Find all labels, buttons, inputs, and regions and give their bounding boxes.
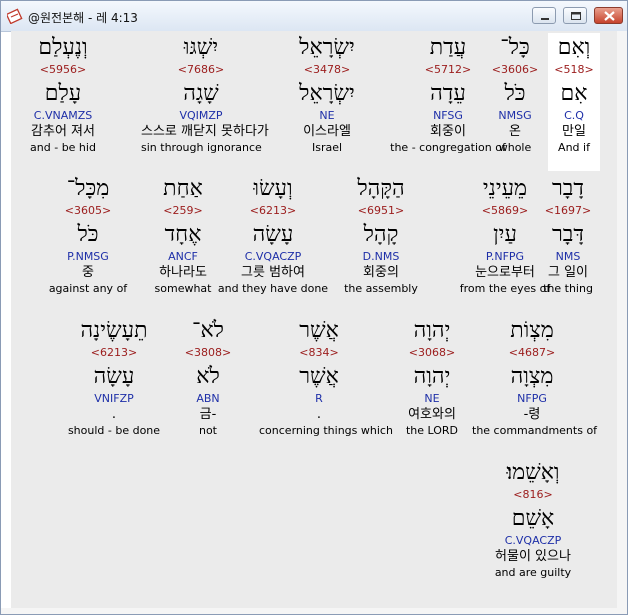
lemma-word: יִשְׂרָאֵל [299, 81, 355, 106]
right-border [617, 31, 627, 614]
parsing-code: NFSG [433, 109, 463, 122]
strong-number[interactable]: <7686> [141, 63, 261, 77]
hebrew-word: יִשְׁגּוּ [183, 35, 219, 60]
strong-number[interactable]: <5869> [445, 204, 565, 218]
hebrew-word: יִשְׂרָאֵל [299, 35, 355, 60]
maximize-button[interactable] [563, 7, 587, 24]
english-gloss: the - congregation of [390, 141, 506, 154]
parsing-code: C.VQACZP [504, 534, 562, 547]
lemma-word: עָלַם [44, 81, 82, 106]
strong-number[interactable]: <834> [259, 346, 379, 360]
english-gloss: concerning things which [259, 424, 393, 437]
hebrew-word: מִכָּל־ [66, 176, 110, 201]
strong-number[interactable]: <5956> [3, 63, 123, 77]
parsing-code: P.NMSG [67, 250, 109, 263]
lemma-word: עָשָׂה [93, 364, 135, 389]
english-gloss: from the eyes of [459, 282, 551, 295]
lemma-word: עַיִן [493, 222, 517, 247]
korean-gloss: 눈으로부터 [475, 265, 535, 280]
korean-gloss: 회중의 [363, 265, 399, 280]
lemma-word: אָשֵׁם [511, 506, 555, 531]
korean-gloss: 회중이 [430, 124, 466, 139]
word-block[interactable]: תֵעָשֶׂינָה <6213> עָשָׂה VNIFZP. should - b… [54, 316, 174, 438]
lemma-word: כֹּל [77, 222, 99, 247]
english-gloss: should - be done [67, 424, 161, 437]
word-block[interactable]: מִכָּל־ <3605> כֹּל P.NMSG 중 against any of [28, 174, 148, 296]
word-block[interactable]: וְנֶעְלַם <5956> עָלַם C.VNAMZS 감추어 져서 and - … [3, 33, 123, 155]
korean-gloss: 이스라엘 [303, 124, 351, 139]
hebrew-word: מֵעֵינֵי [482, 176, 528, 201]
minimize-icon [541, 18, 549, 20]
english-gloss: sin through ignorance [141, 141, 262, 154]
bottom-border [1, 608, 627, 614]
english-gloss: the assembly [344, 282, 418, 295]
strong-number[interactable]: <3605> [28, 204, 148, 218]
close-button[interactable] [594, 7, 623, 24]
english-gloss: Israel [311, 141, 343, 154]
english-gloss: against any of [48, 282, 128, 295]
korean-gloss: 스스로 깨닫지 못하다가 [141, 124, 269, 139]
korean-gloss: . [316, 407, 322, 422]
strong-number[interactable]: <6213> [54, 346, 174, 360]
parsing-code: P.NFPG [485, 250, 525, 263]
hebrew-word: אֲשֶׁר [299, 318, 339, 343]
word-block[interactable]: עֲדַת <5712> עֵדָה NFSG 회중이 the - congregatio… [388, 33, 508, 155]
korean-gloss: 감추어 져서 [31, 124, 95, 139]
parsing-code: VNIFZP [94, 392, 134, 405]
parsing-code: VQIMZP [179, 109, 223, 122]
korean-gloss: 중 [82, 265, 94, 280]
parsing-code: R [315, 392, 323, 405]
strong-number[interactable]: <3478> [267, 63, 387, 77]
strong-number[interactable]: <5712> [388, 63, 508, 77]
word-block[interactable]: מֵעֵינֵי <5869> עַיִן P.NFPG 눈으로부터 from the e… [445, 174, 565, 296]
word-block[interactable]: יִשְׁגּוּ <7686> שָׁגָה VQIMZP 스스로 깨닫지 못하다가 s… [141, 33, 269, 155]
word-block[interactable]: אֲשֶׁר <834> אֲשֶׁר R. concerning things whi… [259, 316, 393, 438]
minimize-button[interactable] [532, 7, 556, 24]
hebrew-word: עֲדַת [429, 35, 467, 60]
strong-number[interactable]: <816> [473, 488, 593, 502]
parsing-code: NE [319, 109, 335, 122]
parsing-code: C.VNAMZS [33, 109, 93, 122]
hebrew-word: יְהוָה [413, 318, 451, 343]
korean-gloss: . [111, 407, 117, 422]
maximize-icon [571, 12, 581, 20]
window-title: @원전본해 - 레 4:13 [28, 11, 138, 25]
strong-number[interactable]: <6951> [321, 204, 441, 218]
lemma-word: שָׁגָה [183, 81, 219, 106]
close-icon [604, 11, 615, 21]
lemma-word: אֲשֶׁר [299, 364, 339, 389]
english-gloss: and - be hid [30, 141, 96, 154]
hebrew-word: תֵעָשֶׂינָה [80, 318, 148, 343]
app-window: @원전본해 - 레 4:13 וְאִם <518> אִם C.Q 만일 And if כ… [0, 0, 628, 615]
word-block[interactable]: יְהוָה <3068> יְהוָה NE 여호와의 the LORD [372, 316, 492, 438]
interlinear-panel: וְאִם <518> אִם C.Q 만일 And if כָּל־ <3606> כֹּל N… [11, 31, 617, 608]
korean-gloss: 허물이 있으나 [495, 549, 571, 564]
lemma-word: יְהוָה [413, 364, 451, 389]
hebrew-word: הַקָּהָל [357, 176, 405, 201]
hebrew-word: וְאָשֵׁמוּ׃ [506, 460, 560, 485]
english-gloss: and are guilty [494, 566, 572, 579]
hebrew-word: וְנֶעְלַם [38, 35, 88, 60]
lemma-word: קָהָל [363, 222, 399, 247]
lemma-word: עֵדָה [430, 81, 466, 106]
title-bar[interactable]: @원전본해 - 레 4:13 [1, 1, 627, 32]
word-block[interactable]: וְאָשֵׁמוּ׃ <816> אָשֵׁם C.VQACZP 허물이 있으나 and… [473, 458, 593, 580]
parsing-code: NE [424, 392, 440, 405]
korean-gloss: 여호와의 [408, 407, 456, 422]
word-block[interactable]: הַקָּהָל <6951> קָהָל D.NMS 회중의 the assembly [321, 174, 441, 296]
app-icon [5, 8, 23, 25]
parsing-code: D.NMS [362, 250, 400, 263]
word-block[interactable]: יִשְׂרָאֵל <3478> יִשְׂרָאֵל NE 이스라엘 Israel [267, 33, 387, 155]
strong-number[interactable]: <3068> [372, 346, 492, 360]
